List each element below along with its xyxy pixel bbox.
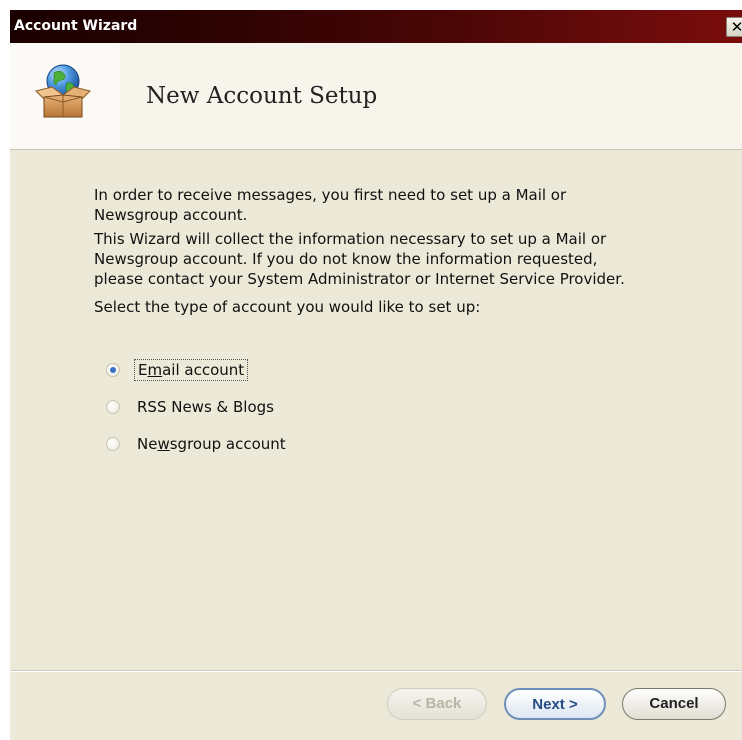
radio-button-selected[interactable] <box>106 363 120 377</box>
radio-button[interactable] <box>106 400 120 414</box>
account-wizard-window: Account Wizard ✕ New Account Setup In or… <box>10 10 742 740</box>
select-prompt: Select the type of account you would lik… <box>94 298 481 316</box>
wizard-description: This Wizard will collect the information… <box>94 229 714 289</box>
wizard-content: In order to receive messages, you first … <box>10 150 742 670</box>
header-icon-cell <box>10 43 120 149</box>
email-account-label[interactable]: Email account <box>134 359 249 381</box>
intro-line-1: In order to receive messages, you first … <box>94 186 567 204</box>
wizard-line-2: Newsgroup account. If you do not know th… <box>94 250 598 268</box>
intro-line-2: Newsgroup account. <box>94 206 248 224</box>
intro-text: In order to receive messages, you first … <box>94 185 714 225</box>
back-button[interactable]: < Back <box>387 688 487 720</box>
wizard-line-3: please contact your System Administrator… <box>94 270 625 288</box>
newsgroup-account-label[interactable]: Newsgroup account <box>134 434 289 454</box>
next-button[interactable]: Next > <box>504 688 606 720</box>
window-title: Account Wizard <box>14 18 138 34</box>
cancel-button[interactable]: Cancel <box>622 688 726 720</box>
radio-email-account[interactable]: Email account <box>106 358 249 382</box>
title-bar[interactable]: Account Wizard ✕ <box>10 10 742 43</box>
radio-newsgroup-account[interactable]: Newsgroup account <box>106 432 289 456</box>
wizard-header: New Account Setup <box>10 43 742 149</box>
wizard-line-1: This Wizard will collect the information… <box>94 230 607 248</box>
close-button[interactable]: ✕ <box>726 17 742 37</box>
radio-button[interactable] <box>106 437 120 451</box>
page-title: New Account Setup <box>146 83 378 109</box>
close-icon: ✕ <box>730 18 742 36</box>
globe-in-box-icon <box>35 64 91 118</box>
footer-divider-highlight <box>10 671 742 672</box>
radio-rss-news-blogs[interactable]: RSS News & Blogs <box>106 395 277 419</box>
rss-news-blogs-label[interactable]: RSS News & Blogs <box>134 397 277 417</box>
